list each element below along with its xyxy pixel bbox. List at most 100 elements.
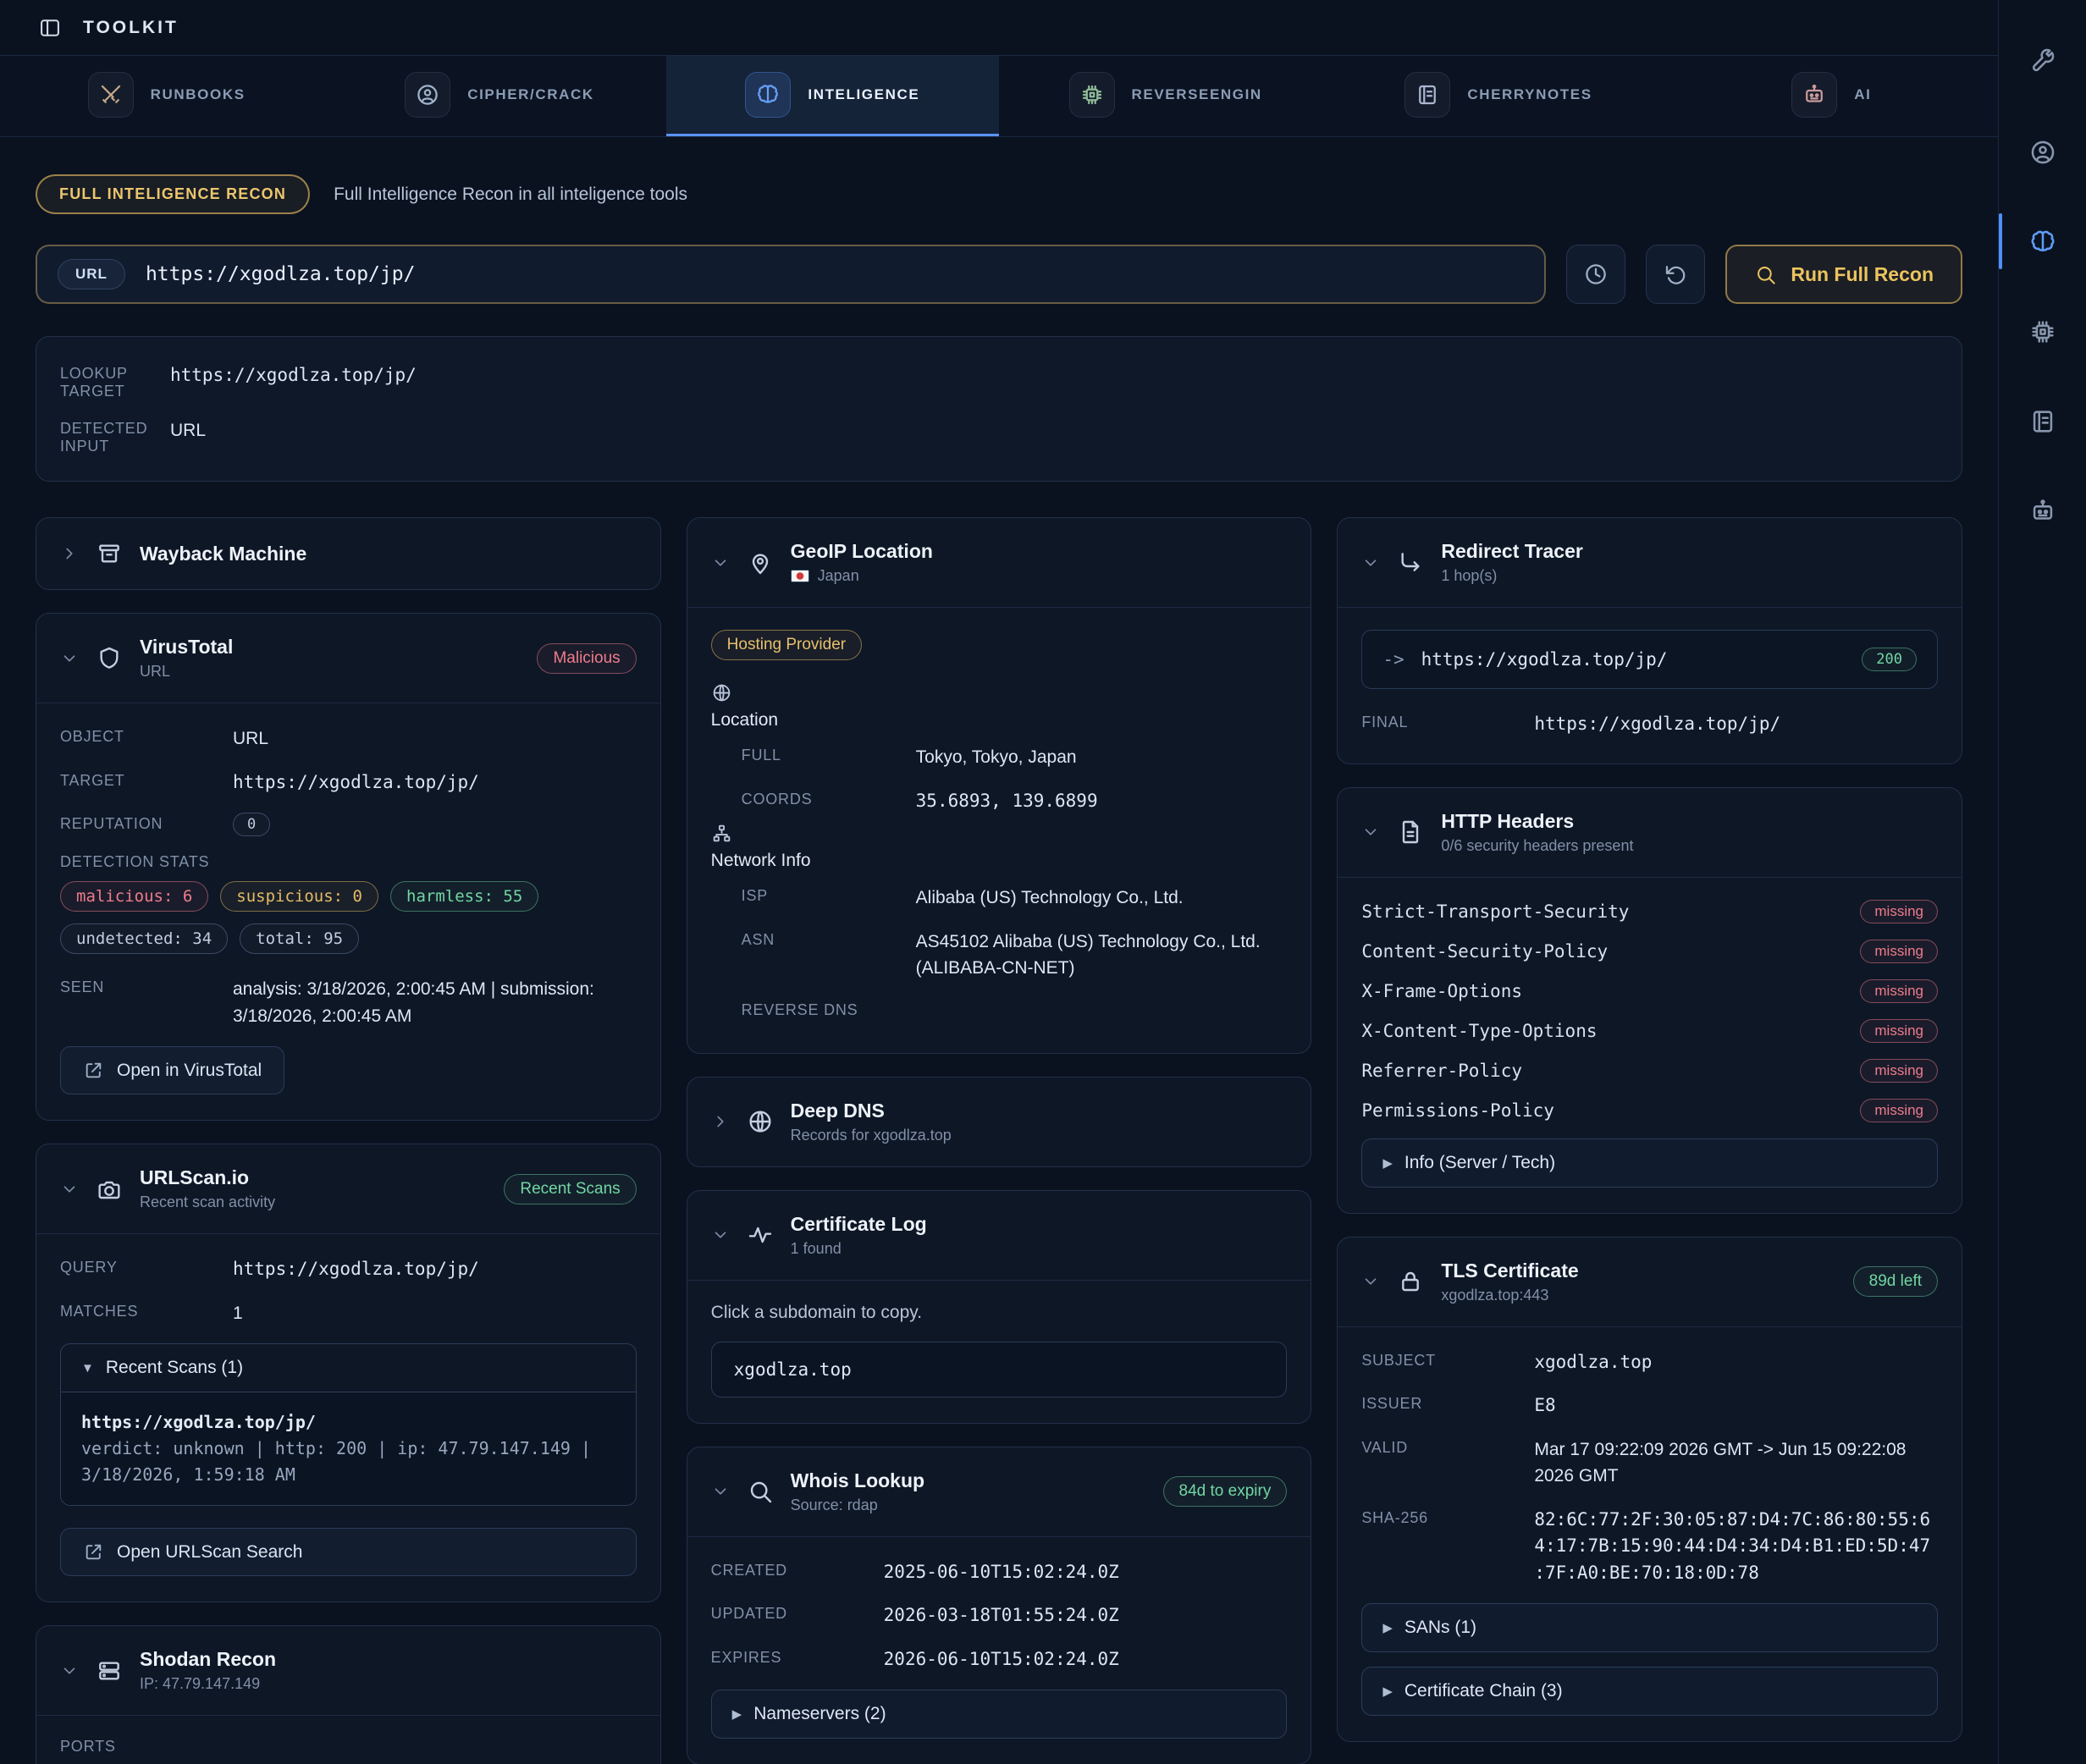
card-subtitle: 1 found <box>791 1240 927 1258</box>
rail-item-runbooks[interactable] <box>2024 44 2061 81</box>
certlog-hint: Click a subdomain to copy. <box>711 1303 1288 1323</box>
subdomain-item[interactable]: xgodlza.top <box>711 1342 1288 1397</box>
open-urlscan-label: Open URLScan Search <box>117 1542 302 1563</box>
reset-button[interactable] <box>1646 245 1705 304</box>
chevron-down-icon <box>711 1482 730 1501</box>
tls-card: TLS Certificate xgodlza.top:443 89d left… <box>1337 1237 1962 1743</box>
active-rail-indicator <box>1999 213 2002 269</box>
reputation-pill: 0 <box>233 813 270 836</box>
urlscan-card-header[interactable]: URLScan.io Recent scan activity Recent S… <box>36 1144 660 1234</box>
issuer-row: ISSUER E8 <box>1361 1392 1938 1419</box>
rail-item-cipher[interactable] <box>2024 134 2061 171</box>
cards-grid: Wayback Machine VirusTotal URL <box>36 517 1962 1764</box>
header-row: Strict-Transport-Security missing <box>1361 900 1938 923</box>
chevron-down-icon <box>1361 554 1380 572</box>
server-info-expander[interactable]: ▶ Info (Server / Tech) <box>1361 1138 1938 1188</box>
reputation-label: REPUTATION <box>60 813 233 833</box>
tab-cipher-crack[interactable]: CIPHER/CRACK <box>333 56 665 136</box>
wayback-card-header[interactable]: Wayback Machine <box>36 518 660 589</box>
http-headers-card-header[interactable]: HTTP Headers 0/6 security headers presen… <box>1338 788 1962 878</box>
shodan-card-header[interactable]: Shodan Recon IP: 47.79.147.149 <box>36 1626 660 1716</box>
open-urlscan-button[interactable]: Open URLScan Search <box>60 1528 637 1576</box>
stat-pill-undetected: undetected: 34 <box>60 923 228 954</box>
missing-badge: missing <box>1860 1019 1938 1043</box>
coords-row: COORDS 35.6893, 139.6899 <box>742 788 1288 815</box>
external-link-icon <box>83 1060 104 1081</box>
history-button[interactable] <box>1566 245 1625 304</box>
cert-chain-expander[interactable]: ▶ Certificate Chain (3) <box>1361 1667 1938 1716</box>
final-label: FINAL <box>1361 711 1534 731</box>
geoip-card-header[interactable]: GeoIP Location Japan <box>687 518 1311 608</box>
tab-label: AI <box>1854 86 1871 103</box>
rail-item-reverseengin[interactable] <box>2024 313 2061 350</box>
wayback-card: Wayback Machine <box>36 517 661 590</box>
full-value: Tokyo, Tokyo, Japan <box>916 744 1077 771</box>
triangle-right-icon: ▶ <box>1382 1155 1393 1171</box>
tab-reverseengin[interactable]: REVERSEENGIN <box>999 56 1332 136</box>
missing-badge: missing <box>1860 940 1938 963</box>
coords-value: 35.6893, 139.6899 <box>916 788 1098 815</box>
reputation-row: REPUTATION 0 <box>60 813 637 836</box>
redirect-arrow-icon <box>1397 549 1424 576</box>
lookup-target-label: LOOKUP TARGET <box>60 362 170 400</box>
seen-value: analysis: 3/18/2026, 2:00:45 AM | submis… <box>233 976 637 1029</box>
valid-row: VALID Mar 17 09:22:09 2026 GMT -> Jun 15… <box>1361 1436 1938 1490</box>
chip-icon <box>2028 317 2057 346</box>
rail-item-cherrynotes[interactable] <box>2024 403 2061 440</box>
sans-expander[interactable]: ▶ SANs (1) <box>1361 1603 1938 1652</box>
redirect-card-header[interactable]: Redirect Tracer 1 hop(s) <box>1338 518 1962 608</box>
detected-input-label: DETECTED INPUT <box>60 417 170 455</box>
tab-cherrynotes[interactable]: CHERRYNOTES <box>1332 56 1664 136</box>
network-icon <box>711 823 732 844</box>
deepdns-card-header[interactable]: Deep DNS Records for xgodlza.top <box>687 1078 1311 1166</box>
target-input[interactable] <box>146 263 1524 285</box>
chip-icon <box>1069 72 1115 118</box>
expires-row: EXPIRES 2026-06-10T15:02:24.0Z <box>711 1646 1288 1673</box>
target-input-wrap: URL <box>36 245 1546 304</box>
deepdns-card: Deep DNS Records for xgodlza.top <box>687 1077 1312 1167</box>
rail-item-ai[interactable] <box>2024 493 2061 530</box>
shodan-card: Shodan Recon IP: 47.79.147.149 PORTS 22 … <box>36 1625 661 1764</box>
full-label: FULL <box>742 744 916 764</box>
lookup-target-row: LOOKUP TARGET https://xgodlza.top/jp/ <box>60 362 1938 400</box>
shield-icon <box>96 645 123 672</box>
brain-icon <box>745 72 791 118</box>
user-circle-icon <box>2028 138 2057 167</box>
updated-label: UPDATED <box>711 1602 884 1623</box>
search-icon <box>747 1478 774 1505</box>
robot-icon <box>2028 497 2057 526</box>
http-headers-card: HTTP Headers 0/6 security headers presen… <box>1337 787 1962 1214</box>
tab-inteligence[interactable]: INTELIGENCE <box>666 56 999 136</box>
matches-row: MATCHES 1 <box>60 1300 637 1327</box>
certlog-card: Certificate Log 1 found Click a subdomai… <box>687 1190 1312 1424</box>
sans-expander-label: SANs (1) <box>1404 1618 1476 1638</box>
malicious-badge: Malicious <box>537 643 636 674</box>
issuer-value: E8 <box>1534 1392 1555 1419</box>
final-value: https://xgodlza.top/jp/ <box>1534 711 1780 738</box>
created-value: 2025-06-10T15:02:24.0Z <box>884 1559 1119 1586</box>
issuer-label: ISSUER <box>1361 1392 1534 1413</box>
rail-item-inteligence[interactable] <box>2024 223 2061 261</box>
run-full-recon-button[interactable]: Run Full Recon <box>1725 245 1962 304</box>
created-row: CREATED 2025-06-10T15:02:24.0Z <box>711 1559 1288 1586</box>
certlog-card-header[interactable]: Certificate Log 1 found <box>687 1191 1311 1281</box>
tls-card-header[interactable]: TLS Certificate xgodlza.top:443 89d left <box>1338 1238 1962 1327</box>
tab-ai[interactable]: AI <box>1665 56 1998 136</box>
right-rail <box>1998 0 2086 1764</box>
open-virustotal-button[interactable]: Open in VirusTotal <box>60 1046 284 1094</box>
nameservers-expander[interactable]: ▶ Nameservers (2) <box>711 1690 1288 1739</box>
external-link-icon <box>83 1541 104 1563</box>
card-subtitle: Recent scan activity <box>140 1193 275 1211</box>
header-row: Content-Security-Policy missing <box>1361 940 1938 963</box>
page-content: FULL INTELIGENCE RECON Full Intelligence… <box>0 137 1998 1764</box>
virustotal-card-header[interactable]: VirusTotal URL Malicious <box>36 614 660 703</box>
recent-scans-expander[interactable]: ▼ Recent Scans (1) <box>61 1344 636 1392</box>
matches-label: MATCHES <box>60 1300 233 1320</box>
whois-card-header[interactable]: Whois Lookup Source: rdap 84d to expiry <box>687 1447 1311 1537</box>
app-root: TOOLKIT RUNBOOKS CIPHER/CRACK INTELIGE <box>0 0 2086 1764</box>
tab-runbooks[interactable]: RUNBOOKS <box>0 56 333 136</box>
sidebar-toggle-button[interactable] <box>36 14 64 42</box>
network-section-title: Network Info <box>711 851 1288 871</box>
chevron-down-icon <box>711 554 730 572</box>
hop-url: https://xgodlza.top/jp/ <box>1421 649 1668 670</box>
